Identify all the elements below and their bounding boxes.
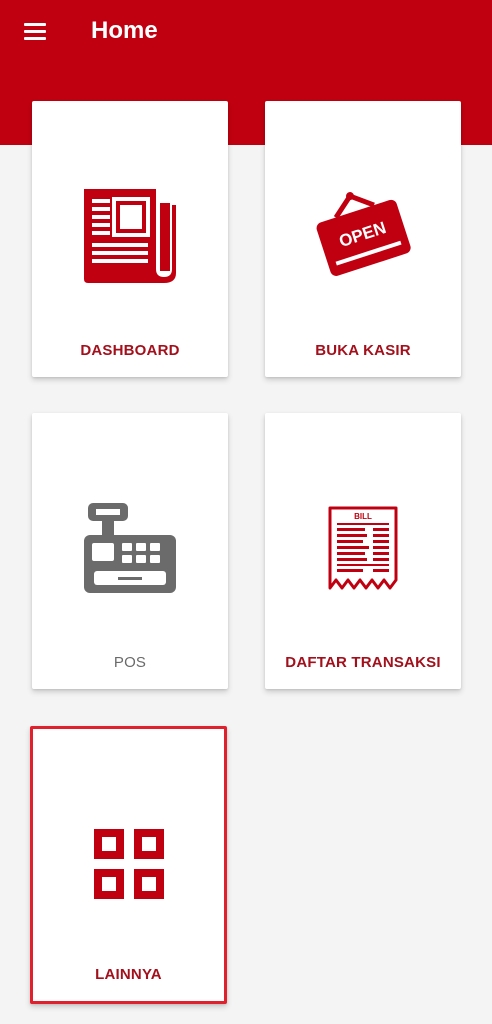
open-sign-icon: OPEN	[265, 181, 461, 291]
page-title: Home	[91, 17, 158, 44]
menu-card-dashboard[interactable]: DASHBOARD	[32, 101, 228, 377]
menu-line	[24, 30, 46, 33]
newspaper-icon	[32, 181, 228, 291]
cash-register-icon	[32, 493, 228, 603]
menu-card-label: DASHBOARD	[80, 342, 180, 359]
menu-card-buka-kasir[interactable]: OPEN BUKA KASIR	[265, 101, 461, 377]
grid-icon	[33, 809, 224, 919]
menu-line	[24, 23, 46, 26]
menu-card-label: BUKA KASIR	[315, 342, 411, 359]
bill-text: BILL	[354, 512, 372, 521]
menu-card-label: DAFTAR TRANSAKSI	[285, 654, 441, 671]
hamburger-menu-icon[interactable]	[22, 20, 48, 42]
menu-card-label: POS	[113, 654, 147, 671]
home-screen: Home DASHBOARD OPEN BUKA KASIR POS BILL …	[0, 0, 492, 1024]
menu-card-lainnya[interactable]: LAINNYA	[30, 726, 227, 1004]
menu-card-daftar-transaksi[interactable]: BILL DAFTAR TRANSAKSI	[265, 413, 461, 689]
bill-receipt-icon: BILL	[265, 493, 461, 603]
app-bar: Home	[0, 0, 492, 62]
menu-card-label: LAINNYA	[95, 966, 162, 983]
menu-line	[24, 37, 46, 40]
menu-card-pos[interactable]: POS	[32, 413, 228, 689]
